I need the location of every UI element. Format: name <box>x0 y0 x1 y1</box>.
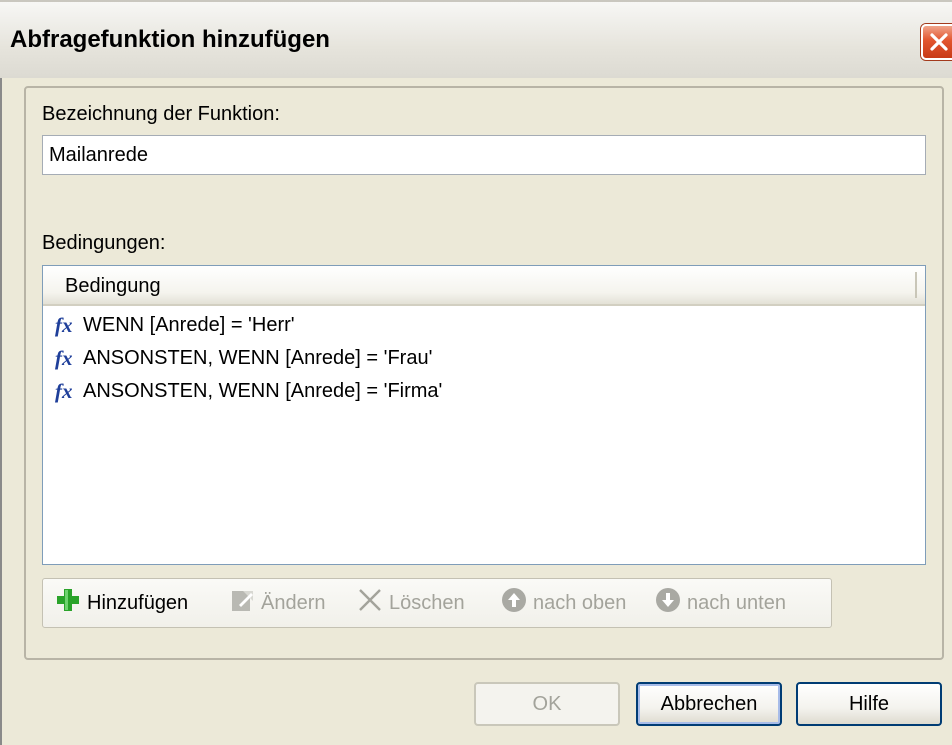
window-left-border <box>0 78 2 745</box>
move-up-button-label: nach oben <box>533 591 627 614</box>
list-item[interactable]: fx ANSONSTEN, WENN [Anrede] = 'Frau' <box>55 343 432 373</box>
conditions-toolbar: Hinzufügen Ändern Löschen nach oben nach… <box>42 578 832 628</box>
conditions-label: Bedingungen: <box>42 232 166 254</box>
move-up-button[interactable]: nach oben <box>501 579 626 627</box>
function-name-label: Bezeichnung der Funktion: <box>42 103 280 125</box>
function-name-field[interactable] <box>42 135 926 175</box>
ok-button[interactable]: OK <box>474 682 620 726</box>
conditions-list[interactable]: Bedingung fx WENN [Anrede] = 'Herr' fx A… <box>42 265 926 565</box>
column-header-bedingung[interactable]: Bedingung <box>65 275 161 298</box>
move-down-button-label: nach unten <box>687 591 786 614</box>
add-button-label: Hinzufügen <box>87 591 189 614</box>
fx-icon: fx <box>55 345 73 370</box>
function-name-input[interactable] <box>43 136 925 174</box>
title-bar[interactable]: Abfragefunktion hinzufügen <box>0 0 952 78</box>
list-item[interactable]: fx ANSONSTEN, WENN [Anrede] = 'Firma' <box>55 376 442 406</box>
delete-x-icon <box>357 587 383 619</box>
condition-text: ANSONSTEN, WENN [Anrede] = 'Firma' <box>83 379 443 402</box>
edit-button[interactable]: Ändern <box>229 579 326 627</box>
dialog-window: Abfragefunktion hinzufügen Bezeichnung d… <box>0 0 952 745</box>
fx-icon: fx <box>55 312 73 337</box>
window-title: Abfragefunktion hinzufügen <box>10 26 330 53</box>
plus-icon <box>55 587 81 619</box>
column-separator[interactable] <box>915 272 917 298</box>
condition-text: ANSONSTEN, WENN [Anrede] = 'Frau' <box>83 346 433 369</box>
list-header[interactable]: Bedingung <box>43 266 925 306</box>
edit-button-label: Ändern <box>261 591 326 614</box>
move-down-button[interactable]: nach unten <box>655 579 786 627</box>
add-button[interactable]: Hinzufügen <box>55 579 188 627</box>
delete-button[interactable]: Löschen <box>357 579 465 627</box>
cancel-button[interactable]: Abbrechen <box>636 682 782 726</box>
delete-button-label: Löschen <box>389 591 465 614</box>
close-button[interactable] <box>921 24 952 60</box>
fx-icon: fx <box>55 378 73 403</box>
arrow-down-icon <box>655 587 681 619</box>
list-item[interactable]: fx WENN [Anrede] = 'Herr' <box>55 310 295 340</box>
help-button[interactable]: Hilfe <box>796 682 942 726</box>
edit-document-icon <box>229 587 255 619</box>
condition-text: WENN [Anrede] = 'Herr' <box>83 313 295 336</box>
close-icon <box>930 33 948 51</box>
arrow-up-icon <box>501 587 527 619</box>
